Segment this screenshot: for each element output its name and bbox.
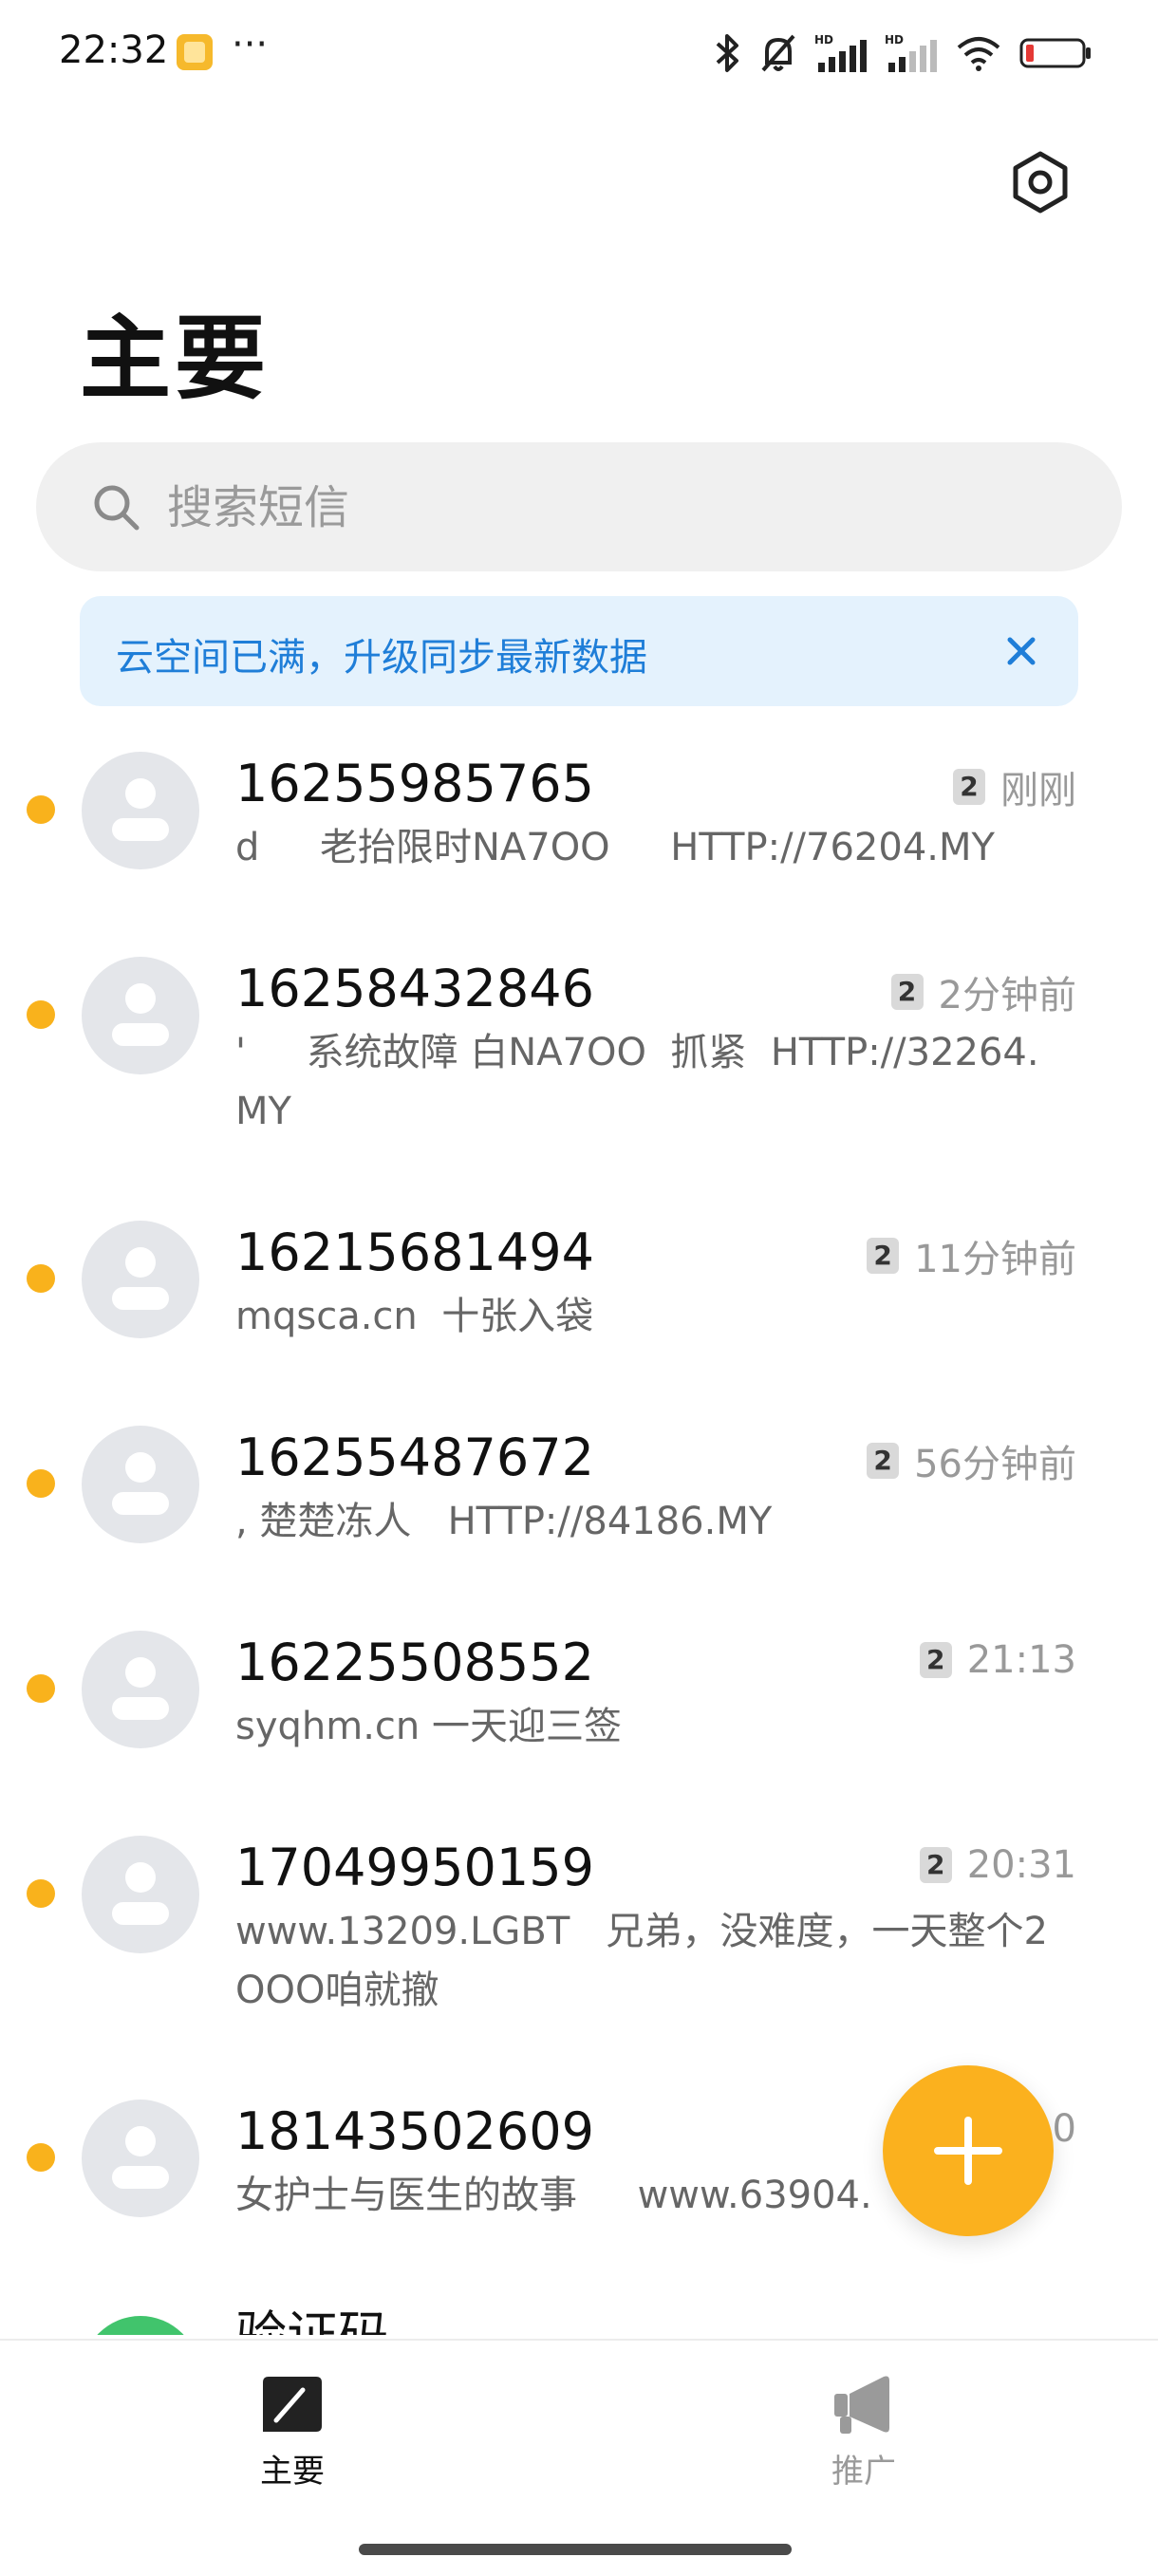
sim-badge: 2: [867, 1443, 900, 1479]
conversation-meta: 2 2分钟前: [890, 964, 1076, 1019]
cloud-storage-banner[interactable]: 云空间已满，升级同步最新数据: [80, 596, 1078, 706]
avatar: [82, 1426, 199, 1543]
conversation-preview: , 楚楚冻人 HTTP://84186.MY: [235, 1500, 773, 1543]
tab-main-label: 主要: [260, 2453, 325, 2491]
conversation-meta: 2 11分钟前: [867, 1228, 1076, 1283]
unread-dot: [27, 1674, 55, 1703]
bluetooth-icon: [716, 34, 738, 72]
conversation-preview: d 老抬限时NA7OO HTTP://76204.MY: [235, 826, 995, 869]
conversation-preview: mqsca.cn 十张入袋: [235, 1295, 594, 1338]
home-indicator[interactable]: [359, 2544, 792, 2555]
battery-icon: [1019, 38, 1091, 68]
status-time: 22:32: [59, 28, 169, 72]
conversation-sender: 16225508552: [235, 1633, 594, 1692]
close-icon[interactable]: [1002, 632, 1040, 670]
conversation-meta: 2 56分钟前: [867, 1433, 1076, 1488]
conversation-sender: 18143502609: [235, 2101, 594, 2161]
gear-icon: [1013, 151, 1068, 214]
page-title: 主要: [80, 306, 270, 412]
conversation-sender: 17049950159: [235, 1838, 594, 1897]
banner-text: 云空间已满，升级同步最新数据: [116, 636, 647, 680]
avatar: [82, 752, 199, 869]
compose-icon: [263, 2377, 322, 2432]
signal-hd-2-icon: HD: [885, 33, 937, 72]
conversation-time: 刚刚: [1000, 769, 1076, 812]
conversation-sender: 16255985765: [235, 754, 594, 813]
avatar: [82, 1836, 199, 1953]
search-bar[interactable]: [36, 442, 1122, 571]
avatar: [82, 1221, 199, 1338]
conversation-time: 21:13: [966, 1638, 1076, 1682]
conversation-item[interactable]: 验证码: [0, 2293, 1158, 2335]
conversation-meta: 2 刚刚: [953, 759, 1076, 814]
sim-badge: 2: [890, 974, 924, 1010]
tab-promo[interactable]: 推广: [769, 2373, 959, 2515]
conversation-meta: 2 21:13: [919, 1638, 1076, 1682]
conversation-item[interactable]: 16225508552 2 21:13 syqhm.cn 一天迎三签: [0, 1619, 1158, 1824]
plus-icon: [934, 2117, 1002, 2185]
megaphone-icon: [834, 2376, 889, 2434]
conversation-time: 0: [1052, 2107, 1076, 2151]
status-icons: HD HD: [714, 30, 1092, 76]
notification-app-icon: [177, 34, 213, 70]
conversation-item[interactable]: 16255487672 2 56分钟前 , 楚楚冻人 HTTP://84186.…: [0, 1414, 1158, 1619]
conversation-sender: 16255487672: [235, 1428, 594, 1487]
conversation-time: 2分钟前: [938, 974, 1076, 1017]
conversation-sender: 验证码: [235, 2293, 389, 2335]
avatar: [82, 957, 199, 1074]
wifi-icon: [957, 37, 1000, 71]
conversation-time: 56分钟前: [914, 1443, 1076, 1486]
conversation-sender: 16215681494: [235, 1223, 594, 1282]
mute-bell-icon: [761, 34, 795, 72]
conversation-meta: 2 20:31: [919, 1843, 1076, 1887]
status-bar: 22:32 ··· HD HD: [0, 0, 1158, 104]
sim-badge: 2: [919, 1847, 952, 1883]
conversation-meta: 0: [1053, 2107, 1076, 2151]
tab-promo-label: 推广: [831, 2453, 896, 2491]
conversation-item[interactable]: 17049950159 2 20:31 www.13209.LGBT 兄弟，没难…: [0, 1824, 1158, 2088]
tab-main[interactable]: 主要: [197, 2373, 387, 2515]
conversation-preview: syqhm.cn 一天迎三签: [235, 1705, 622, 1748]
conversation-time: 11分钟前: [914, 1238, 1076, 1281]
conversation-preview: ' 系统故障 白NA7OO 抓紧 HTTP://32264.MY: [235, 1031, 1039, 1133]
svg-text:HD: HD: [814, 33, 833, 47]
conversation-sender: 16258432846: [235, 959, 594, 1018]
sim-badge: 2: [919, 1642, 952, 1678]
sim-badge: 2: [867, 1238, 900, 1274]
bottom-navigation: 主要 推广: [0, 2339, 1158, 2576]
svg-text:HD: HD: [885, 33, 904, 47]
unread-dot: [27, 795, 55, 824]
unread-dot: [27, 1469, 55, 1498]
conversation-item[interactable]: 16215681494 2 11分钟前 mqsca.cn 十张入袋: [0, 1209, 1158, 1414]
unread-dot: [27, 1264, 55, 1293]
settings-button[interactable]: [1006, 148, 1074, 216]
unread-dot: [27, 1879, 55, 1908]
search-input[interactable]: [165, 469, 1061, 547]
avatar: [82, 1631, 199, 1748]
search-icon: [94, 485, 140, 531]
signal-hd-1-icon: HD: [814, 33, 867, 72]
avatar: [82, 2316, 199, 2335]
more-notifications-icon: ···: [232, 23, 269, 66]
sim-badge: 2: [953, 769, 985, 805]
new-message-button[interactable]: [883, 2065, 1054, 2236]
conversation-item[interactable]: 16255985765 2 刚刚 d 老抬限时NA7OO HTTP://7620…: [0, 740, 1158, 945]
conversation-time: 20:31: [966, 1843, 1076, 1887]
conversation-item[interactable]: 16258432846 2 2分钟前 ' 系统故障 白NA7OO 抓紧 HTTP…: [0, 945, 1158, 1209]
conversation-preview: www.13209.LGBT 兄弟，没难度，一天整个2OOO咱就撤: [235, 1910, 1048, 2012]
avatar: [82, 2100, 199, 2217]
unread-dot: [27, 1000, 55, 1029]
unread-dot: [27, 2143, 55, 2172]
